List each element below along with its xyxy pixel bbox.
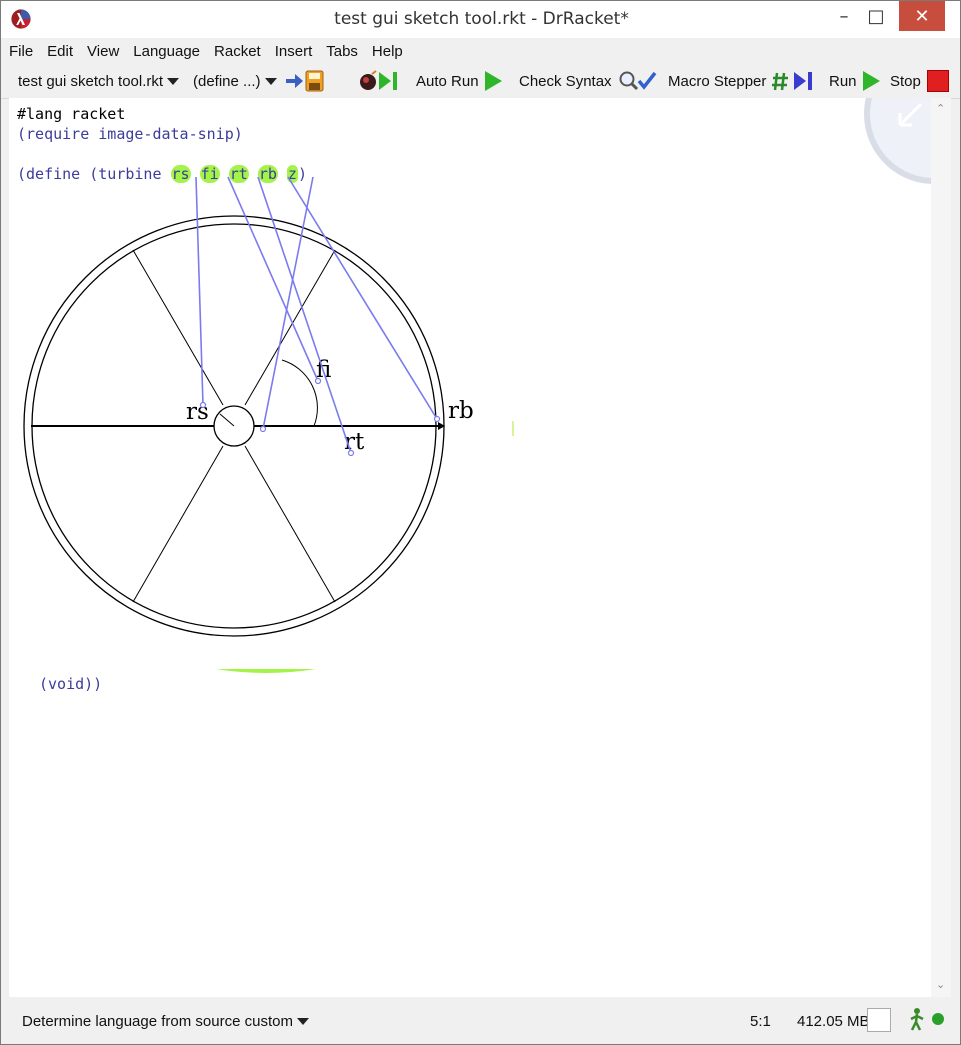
vertical-scrollbar[interactable]: ⌃ ⌄ — [931, 98, 951, 997]
chevron-down-icon — [167, 77, 180, 85]
check-syntax-label: Check Syntax — [519, 72, 612, 90]
memory-usage[interactable]: 412.05 MB — [797, 998, 870, 1044]
auto-run-label: Auto Run — [416, 72, 479, 90]
rb-link-line — [287, 176, 438, 420]
walking-man-icon — [910, 1008, 924, 1031]
check-syntax-button[interactable]: Check Syntax — [519, 64, 658, 98]
corner-overlay-circle — [864, 98, 931, 184]
play-icon — [484, 71, 502, 91]
menu-tabs[interactable]: Tabs — [326, 43, 358, 60]
rs-link-line — [195, 176, 204, 406]
stop-icon — [926, 70, 949, 92]
menu-view[interactable]: View — [87, 43, 119, 60]
stop-button[interactable]: Stop — [890, 64, 949, 98]
auto-run-button[interactable]: Auto Run — [416, 64, 502, 98]
title-bar: test gui sketch tool.rkt - DrRacket* – □… — [1, 1, 960, 38]
gc-indicator — [867, 1008, 891, 1032]
macro-stepper-button[interactable]: Macro Stepper — [668, 64, 818, 98]
toolbar: test gui sketch tool.rkt (define ...) Au… — [1, 64, 960, 99]
menu-bar: File Edit View Language Racket Insert Ta… — [1, 38, 960, 64]
scroll-up-icon[interactable]: ⌃ — [936, 102, 945, 115]
chevron-down-icon — [264, 77, 277, 85]
menu-file[interactable]: File — [9, 43, 33, 60]
code-line-void: (void)) — [39, 675, 103, 693]
scroll-down-icon[interactable]: ⌄ — [936, 978, 945, 991]
magnifier-check-icon — [619, 71, 656, 91]
maximize-button[interactable]: □ — [853, 1, 899, 31]
status-dot-icon — [932, 1013, 944, 1025]
status-bar: Determine language from source custom 5:… — [1, 998, 960, 1044]
menu-insert[interactable]: Insert — [275, 43, 313, 60]
binding-arrows — [195, 98, 931, 673]
menu-racket[interactable]: Racket — [214, 43, 261, 60]
drracket-window: test gui sketch tool.rkt - DrRacket* – □… — [0, 0, 961, 1045]
chevron-down-icon — [296, 1017, 309, 1025]
stop-label: Stop — [890, 72, 921, 90]
definitions-editor[interactable]: #lang racket (require image-data-snip) (… — [9, 98, 931, 997]
play-icon — [862, 71, 880, 91]
menu-help[interactable]: Help — [372, 43, 403, 60]
define-selector[interactable]: (define ...) — [193, 64, 277, 98]
snip-highlight-arc — [216, 669, 316, 673]
file-selector[interactable]: test gui sketch tool.rkt — [18, 64, 180, 98]
hash-step-icon — [772, 72, 813, 91]
language-label: Determine language from source custom — [22, 1012, 293, 1030]
menu-edit[interactable]: Edit — [47, 43, 73, 60]
file-selector-label: test gui sketch tool.rkt — [18, 72, 164, 90]
macro-stepper-label: Macro Stepper — [668, 72, 767, 90]
close-button[interactable]: ✕ — [899, 1, 945, 31]
window-title: test gui sketch tool.rkt - DrRacket* — [334, 9, 629, 29]
run-button[interactable]: Run — [829, 64, 880, 98]
menu-language[interactable]: Language — [133, 43, 200, 60]
bomb-step-icon[interactable] — [358, 70, 404, 92]
save-icon[interactable] — [285, 70, 325, 92]
cursor-position: 5:1 — [750, 1012, 771, 1030]
run-label: Run — [829, 72, 857, 90]
define-selector-label: (define ...) — [193, 72, 261, 90]
language-selector[interactable]: Determine language from source custom — [22, 998, 309, 1044]
fi-link-line — [227, 176, 319, 382]
